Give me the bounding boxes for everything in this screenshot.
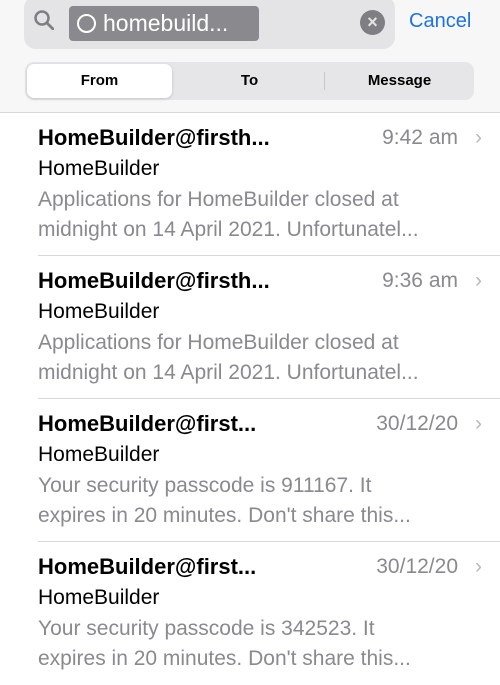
preview-line: midnight on 14 April 2021. Unfortunatel.… <box>38 361 419 384</box>
tab-from[interactable]: From <box>27 64 172 98</box>
preview: Your security passcode is 911167. It expi… <box>38 471 478 531</box>
tab-message[interactable]: Message <box>325 62 474 100</box>
sender: HomeBuilder@firsth... <box>38 125 270 150</box>
sender: HomeBuilder@firsth... <box>38 268 270 293</box>
subject: HomeBuilder <box>38 300 160 323</box>
subject: HomeBuilder <box>38 586 160 609</box>
message-row[interactable]: HomeBuilder@firsth... 9:36 am › HomeBuil… <box>0 256 500 399</box>
search-header: homebuild... × Cancel From To Message <box>0 0 500 113</box>
preview-line: Your security passcode is 342523. It <box>38 617 375 640</box>
chevron-right-icon: › <box>475 555 482 578</box>
sender: HomeBuilder@first... <box>38 554 257 579</box>
chevron-right-icon: › <box>475 412 482 435</box>
message-row[interactable]: HomeBuilder@first... 30/12/20 › HomeBuil… <box>0 542 500 685</box>
search-scope-control: From To Message <box>25 62 474 100</box>
clear-icon[interactable]: × <box>360 10 385 35</box>
timestamp: 9:36 am <box>382 269 458 292</box>
preview: Your security passcode is 342523. It expi… <box>38 614 478 674</box>
chevron-right-icon: › <box>475 126 482 149</box>
search-field[interactable]: homebuild... × <box>24 0 395 49</box>
cancel-button[interactable]: Cancel <box>409 10 471 33</box>
search-token-label: homebuild... <box>103 10 229 36</box>
person-icon <box>77 14 96 33</box>
preview: Applications for HomeBuilder closed at mi… <box>38 185 478 245</box>
timestamp: 9:42 am <box>382 126 458 149</box>
chevron-right-icon: › <box>475 269 482 292</box>
subject: HomeBuilder <box>38 443 160 466</box>
preview-line: midnight on 14 April 2021. Unfortunatel.… <box>38 218 419 241</box>
preview-line: Your security passcode is 911167. It <box>38 474 372 497</box>
timestamp: 30/12/20 <box>376 555 458 578</box>
tab-to[interactable]: To <box>175 62 324 100</box>
message-row[interactable]: HomeBuilder@firsth... 9:42 am › HomeBuil… <box>0 113 500 256</box>
search-icon <box>34 10 54 30</box>
message-row[interactable]: HomeBuilder@first... 30/12/20 › HomeBuil… <box>0 399 500 542</box>
sender: HomeBuilder@first... <box>38 411 257 436</box>
preview-line: Applications for HomeBuilder closed at <box>38 188 399 211</box>
preview-line: Applications for HomeBuilder closed at <box>38 331 399 354</box>
search-token[interactable]: homebuild... <box>69 6 259 41</box>
preview-line: expires in 20 minutes. Don't share this.… <box>38 504 411 527</box>
timestamp: 30/12/20 <box>376 412 458 435</box>
preview: Applications for HomeBuilder closed at mi… <box>38 328 478 388</box>
subject: HomeBuilder <box>38 157 160 180</box>
preview-line: expires in 20 minutes. Don't share this.… <box>38 647 411 670</box>
